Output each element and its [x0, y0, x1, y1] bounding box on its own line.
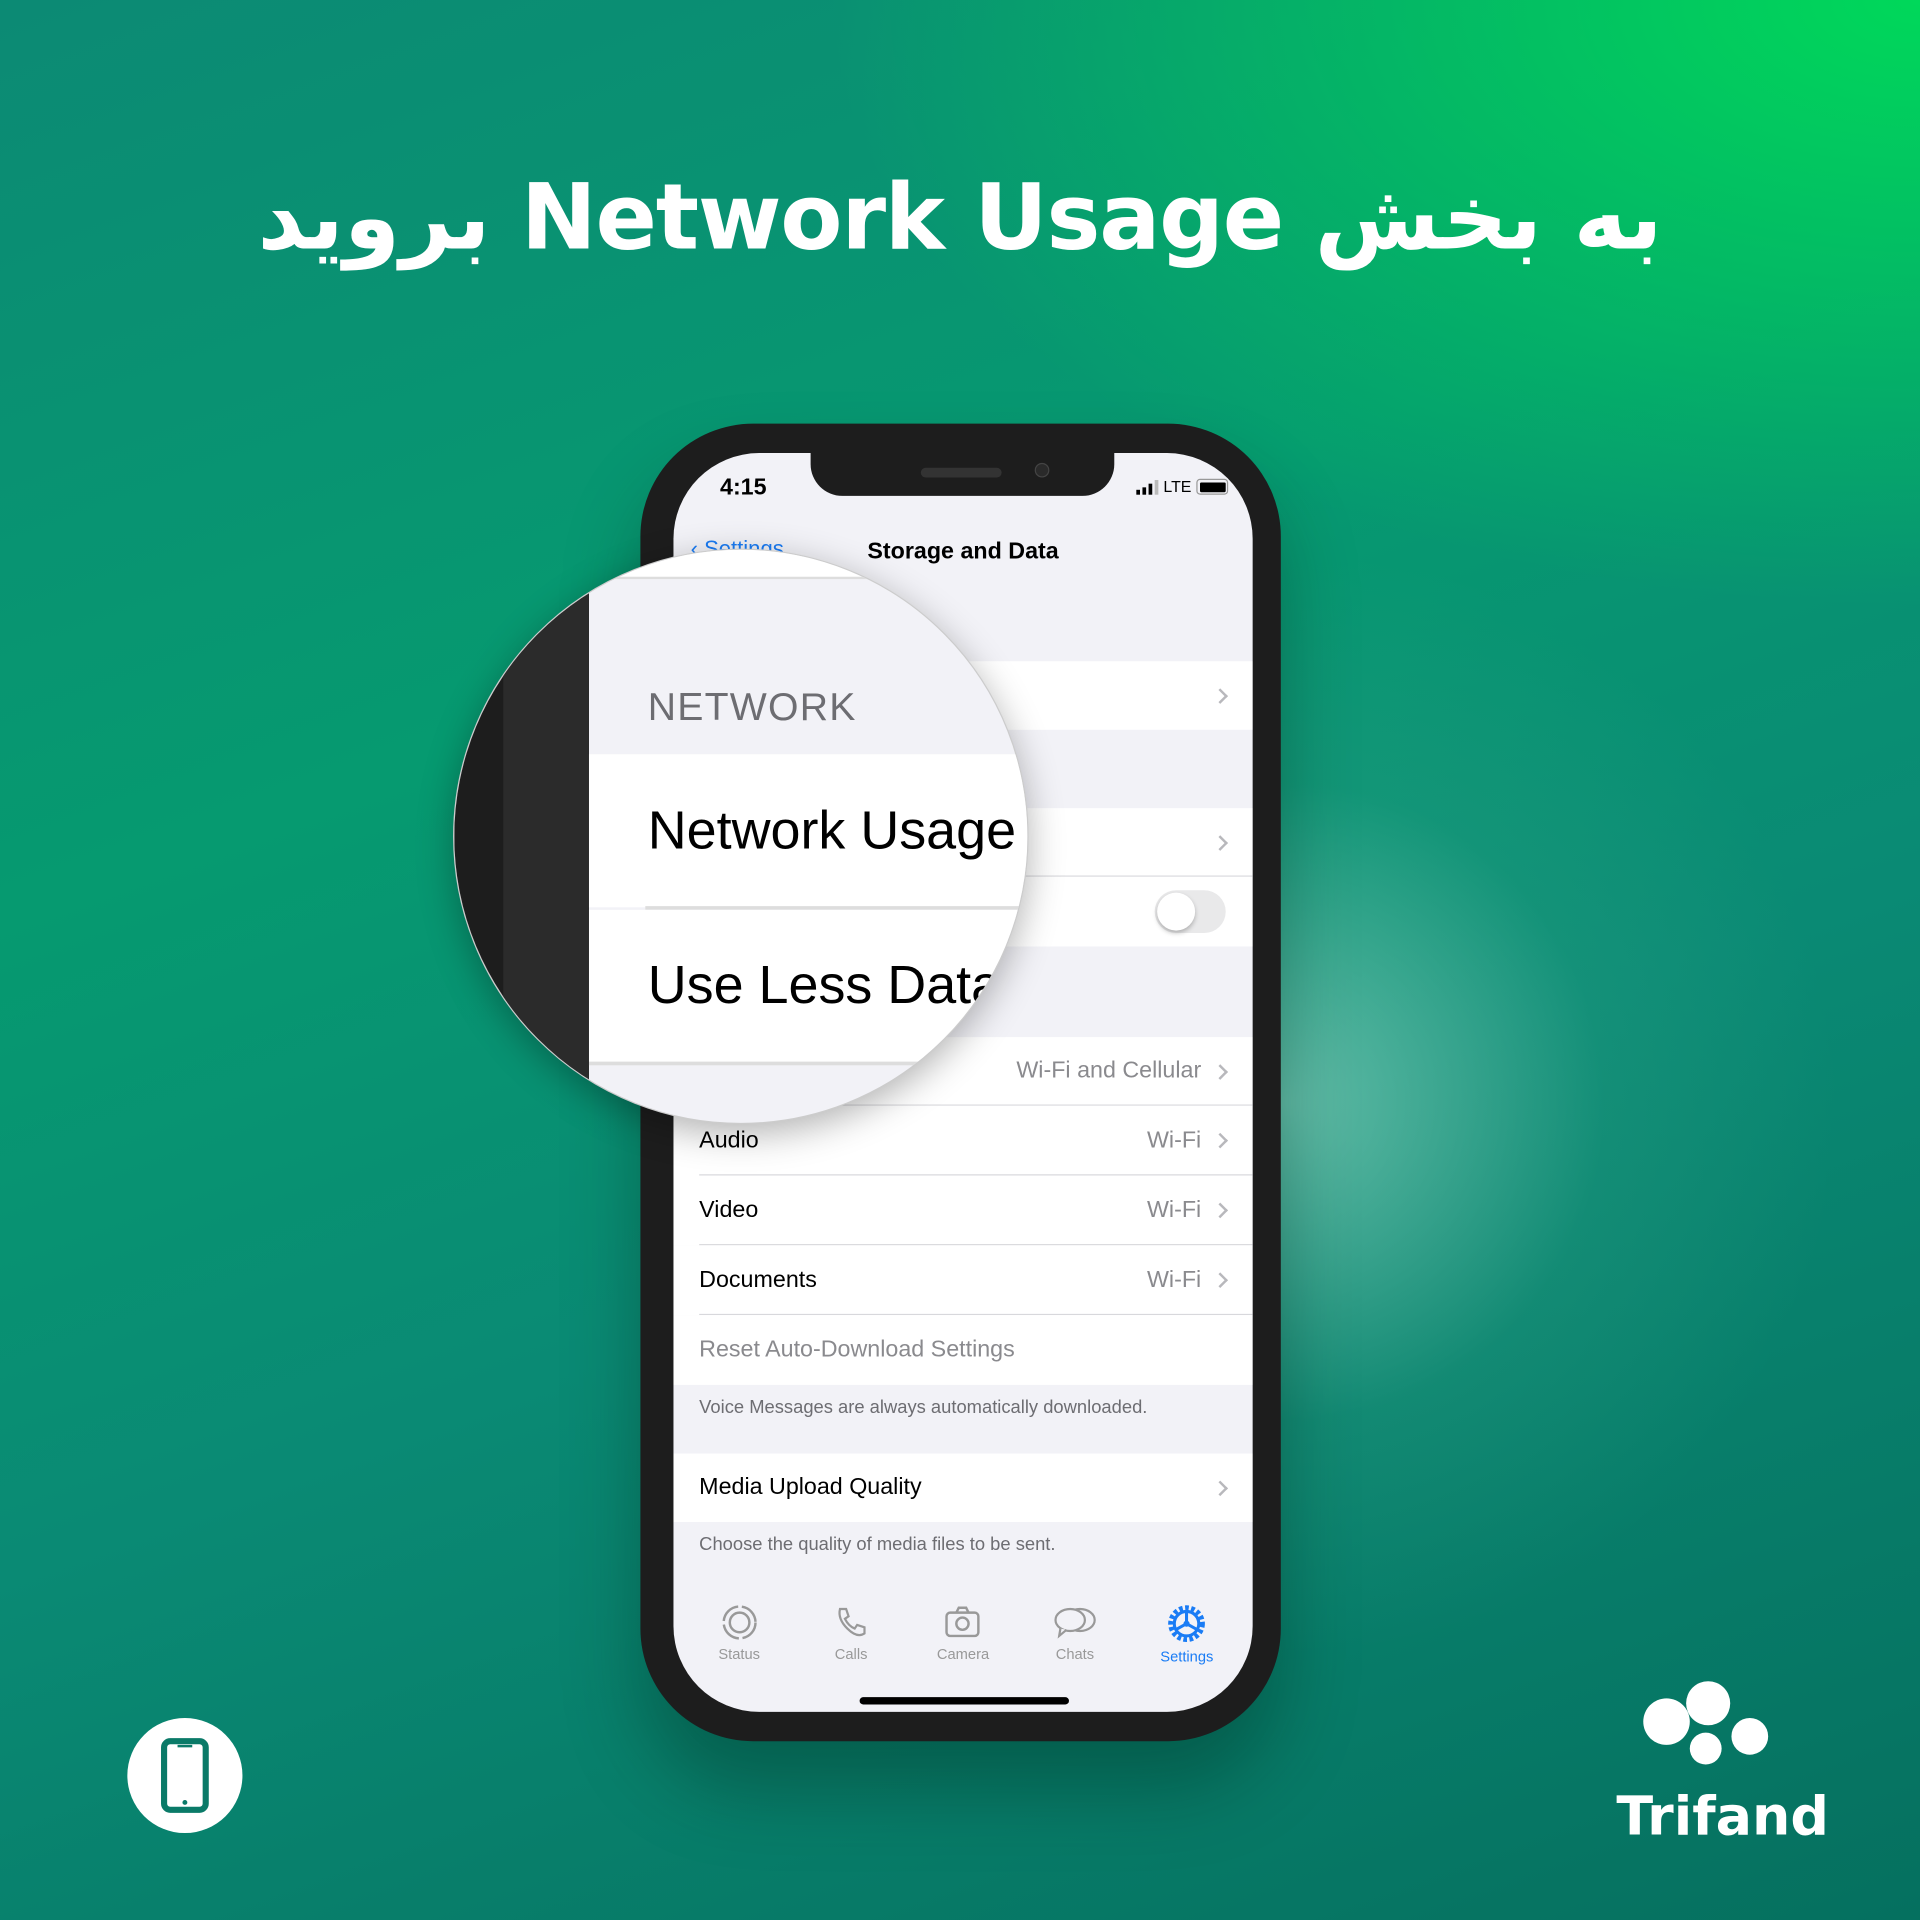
- status-icon: [722, 1605, 757, 1640]
- list-item[interactable]: Video Wi-Fi: [673, 1175, 1253, 1246]
- phone-icon: [838, 1607, 866, 1637]
- network-type: LTE: [1163, 477, 1192, 496]
- tab-camera[interactable]: Camera: [914, 1604, 1012, 1665]
- phone-badge: [127, 1717, 243, 1834]
- reset-auto-download-button[interactable]: Reset Auto-Download Settings: [673, 1315, 1253, 1385]
- brand-logo: Trifand: [1616, 1678, 1829, 1849]
- status-time: 4:15: [720, 475, 767, 501]
- tab-settings[interactable]: Settings: [1138, 1604, 1236, 1665]
- section-header-network: NETWORK: [647, 684, 857, 729]
- tab-chats[interactable]: Chats: [1026, 1604, 1124, 1665]
- chevron-right-icon: [1212, 834, 1228, 851]
- smartphone-icon: [161, 1738, 209, 1813]
- tab-status[interactable]: Status: [690, 1604, 788, 1665]
- home-indicator: [859, 1697, 1069, 1705]
- brand-name: Trifand: [1616, 1785, 1829, 1848]
- list-item[interactable]: Documents Wi-Fi: [673, 1245, 1253, 1316]
- network-usage-zoomed[interactable]: Network Usage: [588, 754, 1028, 908]
- chevron-right-icon: [1212, 1272, 1228, 1288]
- notch: [810, 453, 1115, 496]
- battery-icon: [1196, 478, 1229, 495]
- chevron-right-icon: [1212, 1202, 1228, 1219]
- signal-icon: [1136, 479, 1159, 495]
- chevron-right-icon: [1212, 687, 1228, 704]
- headline: به بخش Network Usage بروید: [257, 165, 1663, 271]
- use-less-data-zoomed: Use Less Data: [588, 909, 1028, 1062]
- chevron-right-icon: [1212, 1479, 1228, 1496]
- promo-canvas: به بخش Network Usage بروید 4:15 LTE ‹ Se…: [0, 0, 1920, 1920]
- camera-icon: [945, 1606, 981, 1638]
- tab-calls[interactable]: Calls: [802, 1604, 900, 1665]
- chevron-right-icon: [1212, 1132, 1228, 1149]
- magnifier-callout: NETWORK Network Usage Use Less Data: [453, 548, 1029, 1125]
- status-indicators: LTE: [1136, 477, 1229, 496]
- tab-bar: Status Calls Camera Chats Settings: [673, 1604, 1252, 1665]
- chats-icon: [1054, 1607, 1096, 1639]
- media-footer: Choose the quality of media files to be …: [699, 1534, 1056, 1556]
- gear-icon: [1168, 1605, 1206, 1643]
- media-upload-quality-row[interactable]: Media Upload Quality: [673, 1453, 1253, 1523]
- use-less-data-toggle[interactable]: [1154, 890, 1226, 934]
- voice-footer: Voice Messages are always automatically …: [699, 1397, 1148, 1418]
- chevron-right-icon: [1212, 1063, 1228, 1080]
